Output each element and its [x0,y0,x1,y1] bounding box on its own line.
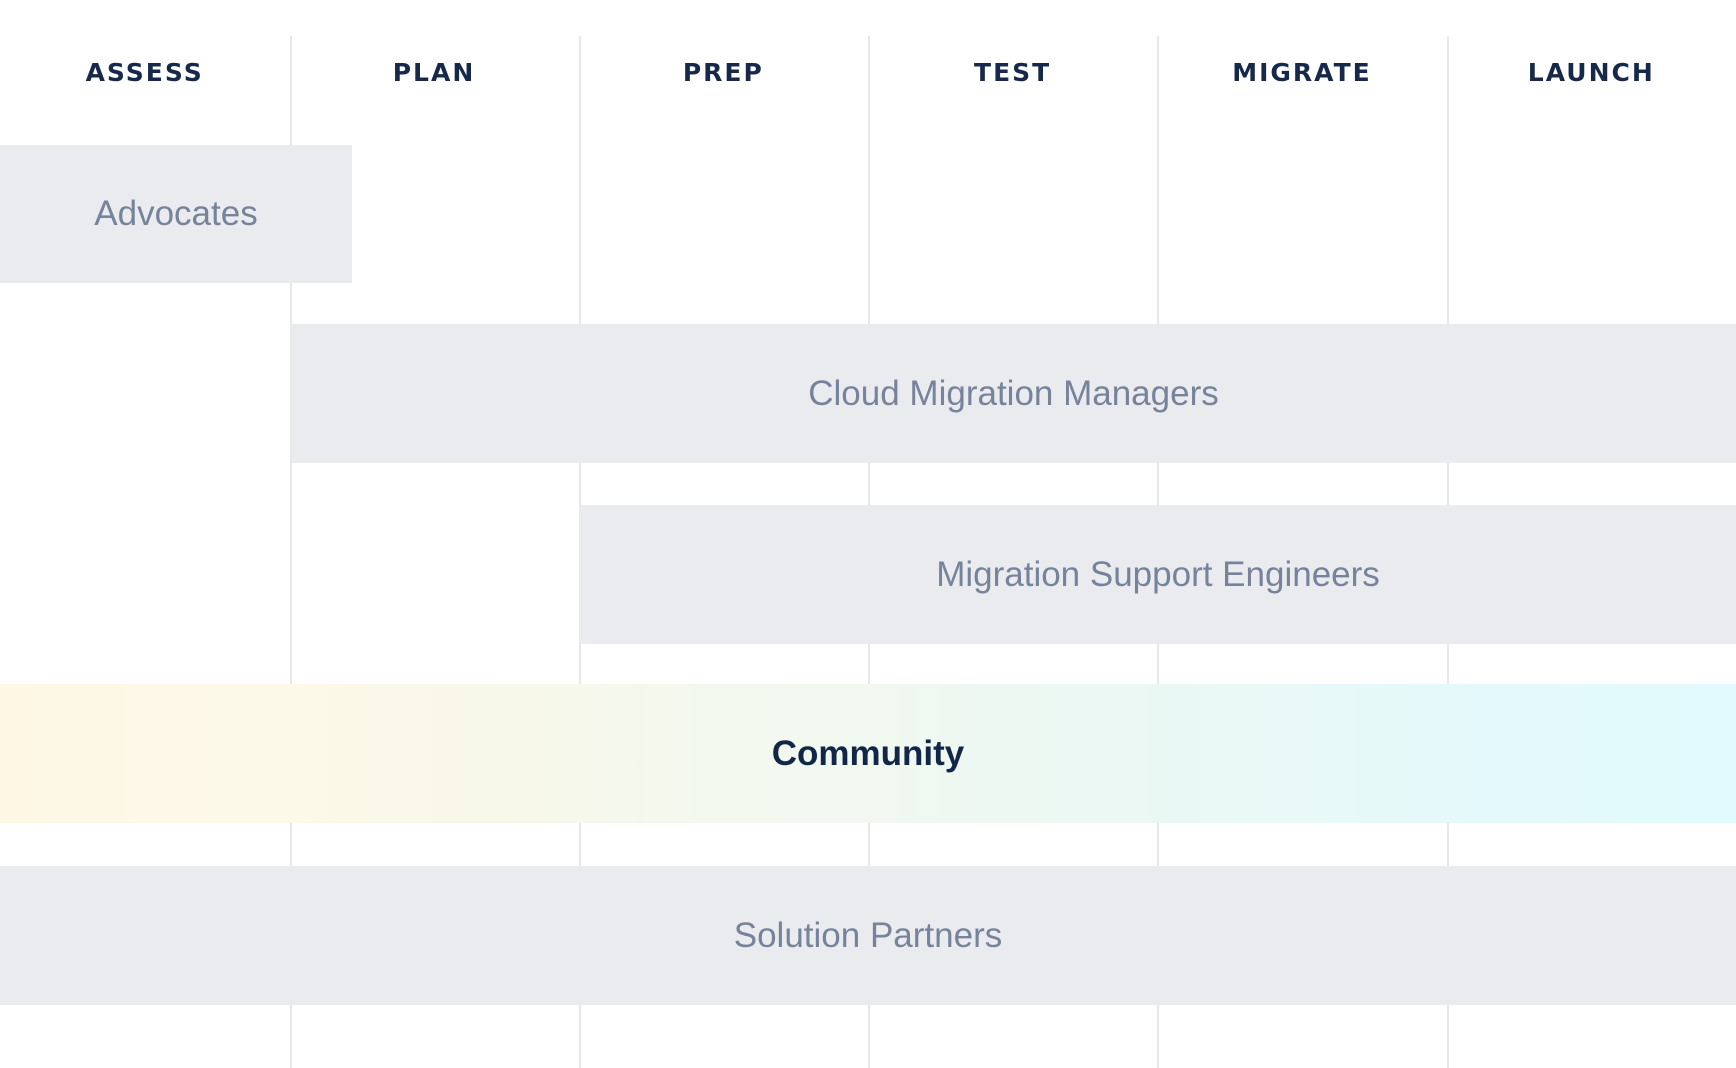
band-advocates[interactable]: Advocates [0,145,352,283]
band-label: Solution Partners [734,916,1002,956]
band-migration-support-engineers[interactable]: Migration Support Engineers [580,505,1736,644]
phase-header-label: MIGRATE [1232,58,1372,87]
phase-header-test[interactable]: TEST [868,0,1157,145]
phase-header-label: LAUNCH [1528,58,1655,87]
band-label: Migration Support Engineers [936,555,1380,595]
diagram-card: ASSESS PLAN PREP TEST MIGRATE LAUNCH Adv… [0,0,1736,1068]
phase-header-label: ASSESS [86,58,204,87]
phase-header-migrate[interactable]: MIGRATE [1157,0,1446,145]
phase-header-row: ASSESS PLAN PREP TEST MIGRATE LAUNCH [0,0,1736,145]
band-label: Community [772,734,965,774]
phase-header-launch[interactable]: LAUNCH [1447,0,1736,145]
band-cloud-migration-managers[interactable]: Cloud Migration Managers [291,324,1736,463]
phase-header-label: TEST [974,58,1051,87]
band-label: Advocates [94,194,257,234]
phase-header-label: PLAN [393,58,476,87]
band-community[interactable]: Community [0,684,1736,823]
band-solution-partners[interactable]: Solution Partners [0,866,1736,1005]
phase-header-label: PREP [683,58,764,87]
phase-header-assess[interactable]: ASSESS [0,0,289,145]
phase-header-prep[interactable]: PREP [579,0,868,145]
migration-phases-diagram: ASSESS PLAN PREP TEST MIGRATE LAUNCH Adv… [0,0,1736,1068]
band-label: Cloud Migration Managers [808,374,1218,414]
phase-header-plan[interactable]: PLAN [289,0,578,145]
